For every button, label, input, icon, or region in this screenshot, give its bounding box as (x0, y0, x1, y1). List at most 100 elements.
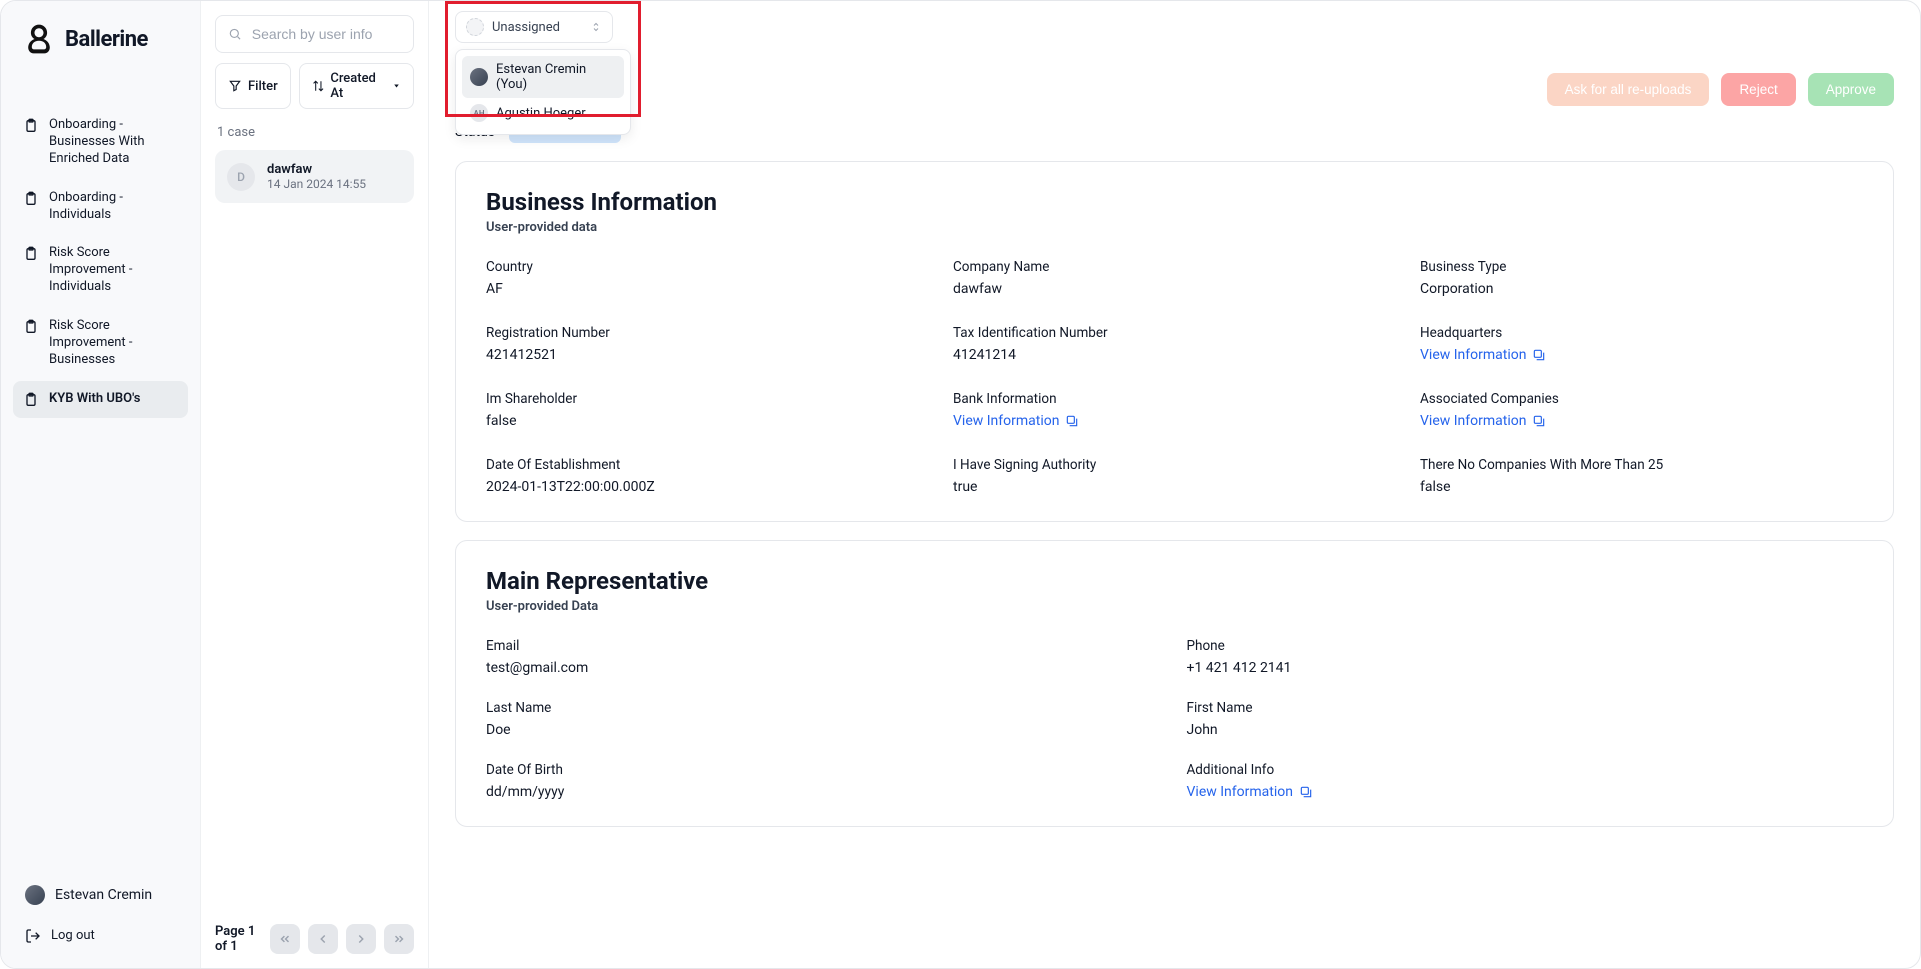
field-value: true (953, 479, 1396, 495)
view-link[interactable]: View Information (1187, 784, 1313, 800)
sidebar: Ballerine Onboarding - Businesses With E… (1, 1, 201, 968)
option-label: Agustin Hoeger (496, 106, 586, 121)
assignee-option-self[interactable]: Estevan Cremin (You) (462, 56, 624, 98)
assignee-area: Unassigned Estevan Cremin (You) AH Agust… (455, 11, 613, 43)
nav-item-kyb-ubo[interactable]: KYB With UBO's (13, 381, 188, 418)
top-row: Unassigned Estevan Cremin (You) AH Agust… (455, 11, 1894, 106)
sort-button[interactable]: Created At (299, 63, 414, 109)
ballerine-logo-icon (21, 21, 57, 57)
clipboard-icon (23, 319, 39, 335)
field-tax-id: Tax Identification Number 41241214 (953, 325, 1396, 363)
field-value: AF (486, 281, 929, 297)
sidebar-footer: Estevan Cremin Log out (13, 877, 188, 952)
chevron-down-icon (392, 81, 401, 91)
logout-button[interactable]: Log out (17, 919, 184, 952)
main-rep-card: Main Representative User-provided Data E… (455, 540, 1894, 827)
filter-label: Filter (248, 79, 278, 94)
status-row: Status Manual Review (455, 120, 1894, 143)
page-label: Page 1 of 1 (215, 924, 258, 954)
sort-arrows-icon (590, 21, 602, 33)
case-date: 14 Jan 2024 14:55 (267, 177, 366, 191)
pager-prev[interactable] (308, 924, 338, 954)
field-label: Associated Companies (1420, 391, 1863, 407)
field-value: Doe (486, 722, 1163, 738)
view-link[interactable]: View Information (1420, 347, 1546, 363)
field-value: John (1187, 722, 1864, 738)
field-email: Emailtest@gmail.com (486, 638, 1163, 676)
business-fields: CountryAF Company Namedawfaw Business Ty… (486, 259, 1863, 495)
field-label: First Name (1187, 700, 1864, 716)
logout-icon (25, 928, 41, 944)
card-title: Main Representative (486, 567, 1863, 595)
clipboard-icon (23, 191, 39, 207)
reupload-button[interactable]: Ask for all re-uploads (1547, 73, 1710, 106)
external-link-icon (1532, 348, 1546, 362)
field-label: Business Type (1420, 259, 1863, 275)
nav-item-risk-ind[interactable]: Risk Score Improvement - Individuals (13, 235, 188, 306)
field-value: 421412521 (486, 347, 929, 363)
option-label: Estevan Cremin (You) (496, 62, 616, 92)
field-country: Country AF (486, 259, 929, 297)
pager-first[interactable] (270, 924, 300, 954)
field-headquarters: Headquarters View Information (1420, 325, 1863, 363)
card-subtitle: User-provided data (486, 220, 1863, 235)
field-label: Tax Identification Number (953, 325, 1396, 341)
field-label: Im Shareholder (486, 391, 929, 407)
field-dob: Date Of Birthdd/mm/yyyy (486, 762, 1163, 800)
field-label: Last Name (486, 700, 1163, 716)
field-shareholder: Im Shareholder false (486, 391, 929, 429)
nav-item-risk-biz[interactable]: Risk Score Improvement - Businesses (13, 308, 188, 379)
field-value: 41241214 (953, 347, 1396, 363)
nav-item-onboarding-biz[interactable]: Onboarding - Businesses With Enriched Da… (13, 107, 188, 178)
card-subtitle: User-provided Data (486, 599, 1863, 614)
avatar (25, 885, 45, 905)
reject-button[interactable]: Reject (1721, 73, 1795, 106)
chevron-left-icon (316, 932, 330, 946)
nav-item-label: Risk Score Improvement - Individuals (49, 245, 178, 296)
filter-button[interactable]: Filter (215, 63, 291, 109)
main-panel: Unassigned Estevan Cremin (You) AH Agust… (429, 1, 1920, 968)
filter-icon (228, 79, 242, 93)
field-label: Additional Info (1187, 762, 1864, 778)
case-count: 1 case (217, 125, 412, 140)
field-value: test@gmail.com (486, 660, 1163, 676)
clipboard-icon (23, 118, 39, 134)
search-icon (228, 26, 242, 42)
case-name: dawfaw (267, 162, 366, 177)
search-field[interactable] (252, 26, 401, 42)
external-link-icon (1532, 414, 1546, 428)
sort-label: Created At (330, 71, 386, 101)
search-input[interactable] (215, 15, 414, 53)
nav-item-label: Risk Score Improvement - Businesses (49, 318, 178, 369)
field-signing-authority: I Have Signing Authority true (953, 457, 1396, 495)
clipboard-icon (23, 392, 39, 408)
nav-item-label: KYB With UBO's (49, 391, 140, 408)
assignee-dropdown: Estevan Cremin (You) AH Agustin Hoeger (455, 49, 631, 135)
field-label: Headquarters (1420, 325, 1863, 341)
rep-fields: Emailtest@gmail.com Phone+1 421 412 2141… (486, 638, 1863, 800)
card-title: Business Information (486, 188, 1863, 216)
assignee-select[interactable]: Unassigned (455, 11, 613, 43)
approve-button[interactable]: Approve (1808, 73, 1894, 106)
field-value: false (1420, 479, 1863, 495)
assignee-option-other[interactable]: AH Agustin Hoeger (462, 98, 624, 128)
nav-item-label: Onboarding - Individuals (49, 190, 178, 224)
pager-last[interactable] (384, 924, 414, 954)
view-link[interactable]: View Information (1420, 413, 1546, 429)
case-item[interactable]: D dawfaw 14 Jan 2024 14:55 (215, 150, 414, 203)
field-label: Country (486, 259, 929, 275)
avatar: AH (470, 104, 488, 122)
current-user[interactable]: Estevan Cremin (17, 877, 184, 913)
field-label: I Have Signing Authority (953, 457, 1396, 473)
view-link[interactable]: View Information (953, 413, 1079, 429)
field-value: false (486, 413, 929, 429)
logout-label: Log out (51, 928, 95, 943)
unassigned-avatar-icon (466, 18, 484, 36)
field-business-type: Business TypeCorporation (1420, 259, 1863, 297)
pager-next[interactable] (346, 924, 376, 954)
brand-logo: Ballerine (13, 21, 188, 77)
nav-item-onboarding-ind[interactable]: Onboarding - Individuals (13, 180, 188, 234)
field-value: +1 421 412 2141 (1187, 660, 1864, 676)
list-footer: Page 1 of 1 (215, 908, 414, 954)
action-buttons: Ask for all re-uploads Reject Approve (1547, 11, 1894, 106)
